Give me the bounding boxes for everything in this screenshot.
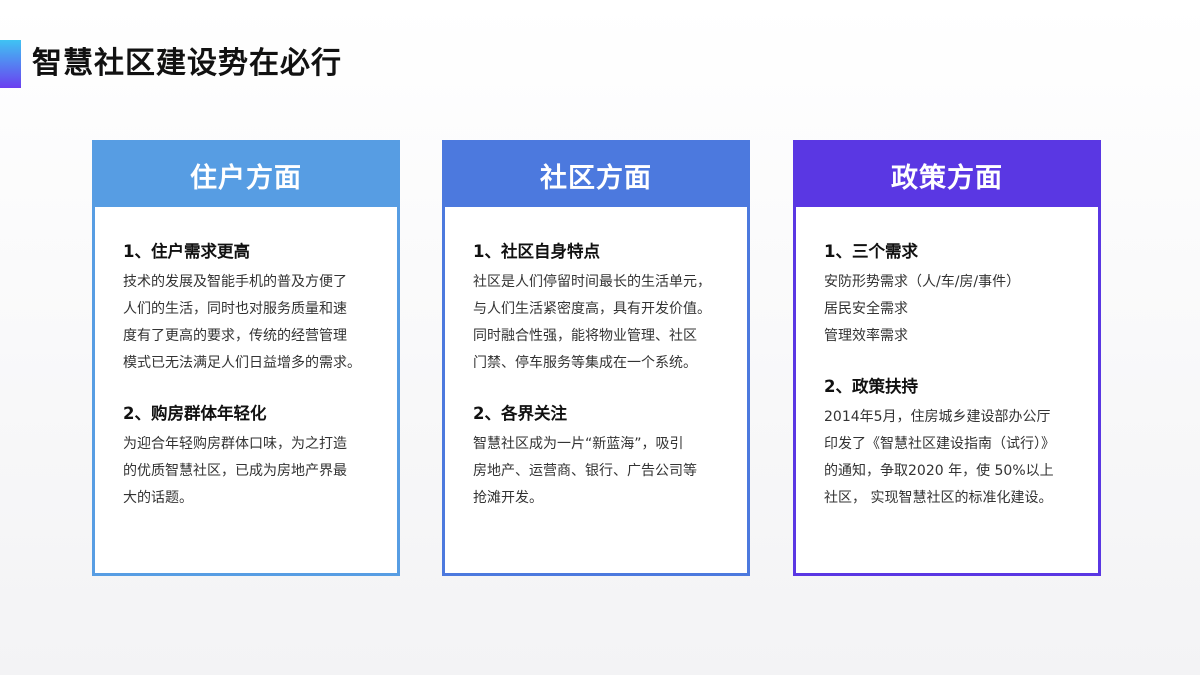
card-residents: 住户方面 1、住户需求更高 技术的发展及智能手机的普及方便了 人们的生活，同时也… [92,140,400,576]
text-line: 安防形势需求（人/车/房/事件） [824,274,1021,290]
text-line: 同时融合性强，能将物业管理、社区 [473,328,697,344]
title-accent-bar [0,40,21,88]
text-line: 房地产、运营商、银行、广告公司等 [473,463,697,479]
section-heading: 2、政策扶持 [824,377,918,396]
section-heading: 2、购房群体年轻化 [123,404,267,423]
card-policy: 政策方面 1、三个需求 安防形势需求（人/车/房/事件） 居民安全需求 管理效率… [793,140,1101,576]
text-line: 技术的发展及智能手机的普及方便了 [123,274,347,290]
card-header-community: 社区方面 [445,143,747,207]
text-line: 印发了《智慧社区建设指南（试行）》 [824,436,1055,452]
text-line: 居民安全需求 [824,301,908,317]
section-heading: 1、社区自身特点 [473,242,600,261]
text-line: 为迎合年轻购房群体口味，为之打造 [123,436,347,452]
text-line: 与人们生活紧密度高，具有开发价值。 [473,301,711,317]
text-line: 社区， 实现智慧社区的标准化建设。 [824,490,1053,506]
section-policy-support: 2、政策扶持 2014年5月，住房城乡建设部办公厅 印发了《智慧社区建设指南（试… [824,376,1072,512]
text-line: 度有了更高的要求，传统的经营管理 [123,328,347,344]
section-community-features: 1、社区自身特点 社区是人们停留时间最长的生活单元， 与人们生活紧密度高，具有开… [473,241,721,377]
text-line: 的优质智慧社区，已成为房地产界最 [123,463,347,479]
section-heading: 2、各界关注 [473,404,567,423]
section-heading: 1、三个需求 [824,242,918,261]
text-line: 管理效率需求 [824,328,908,344]
card-header-residents: 住户方面 [95,143,397,207]
text-line: 人们的生活，同时也对服务质量和速 [123,301,347,317]
card-body-community: 1、社区自身特点 社区是人们停留时间最长的生活单元， 与人们生活紧密度高，具有开… [445,207,747,512]
section-industry-attention: 2、各界关注 智慧社区成为一片“新蓝海”，吸引 房地产、运营商、银行、广告公司等… [473,403,721,512]
text-line: 的通知，争取2020 年，使 50%以上 [824,463,1054,479]
text-line: 抢滩开发。 [473,490,543,506]
card-community: 社区方面 1、社区自身特点 社区是人们停留时间最长的生活单元， 与人们生活紧密度… [442,140,750,576]
section-resident-demand: 1、住户需求更高 技术的发展及智能手机的普及方便了 人们的生活，同时也对服务质量… [123,241,371,377]
card-header-policy: 政策方面 [796,143,1098,207]
text-line: 大的话题。 [123,490,193,506]
section-heading: 1、住户需求更高 [123,242,250,261]
text-line: 社区是人们停留时间最长的生活单元， [473,274,711,290]
card-body-policy: 1、三个需求 安防形势需求（人/车/房/事件） 居民安全需求 管理效率需求 2、… [796,207,1098,512]
section-young-buyers: 2、购房群体年轻化 为迎合年轻购房群体口味，为之打造 的优质智慧社区，已成为房地… [123,403,371,512]
text-line: 门禁、停车服务等集成在一个系统。 [473,355,697,371]
text-line: 模式已无法满足人们日益增多的需求。 [123,355,361,371]
text-line: 智慧社区成为一片“新蓝海”，吸引 [473,436,684,452]
section-three-needs: 1、三个需求 安防形势需求（人/车/房/事件） 居民安全需求 管理效率需求 [824,241,1072,350]
text-line: 2014年5月，住房城乡建设部办公厅 [824,409,1051,425]
page-title: 智慧社区建设势在必行 [32,46,342,81]
card-body-residents: 1、住户需求更高 技术的发展及智能手机的普及方便了 人们的生活，同时也对服务质量… [95,207,397,512]
